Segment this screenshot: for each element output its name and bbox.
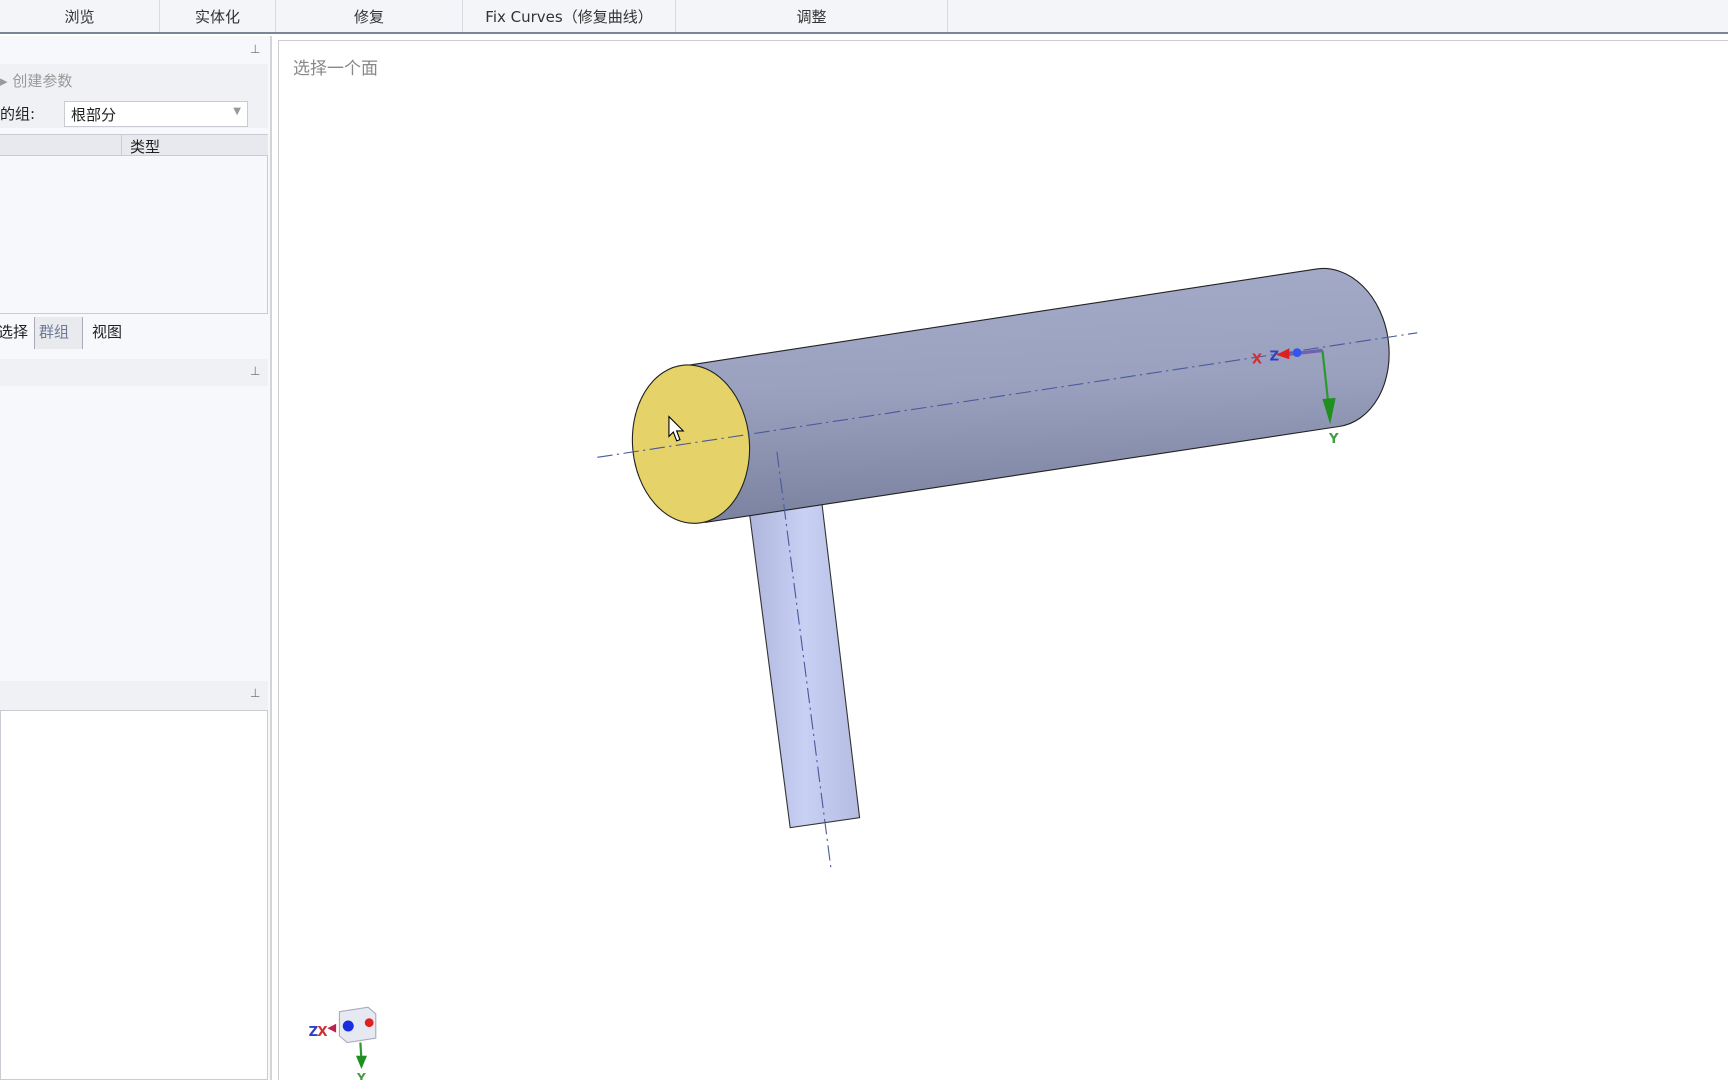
view-cube-triad[interactable]: Z X Y xyxy=(309,1006,377,1080)
cube-y-label: Y xyxy=(356,1071,366,1080)
triad-y-label: Y xyxy=(1328,432,1339,447)
triad-z-label: Z xyxy=(1270,349,1280,364)
cube-x-label: X xyxy=(317,1025,327,1040)
model-canvas: X Z Y Z X Y xyxy=(309,267,1418,1080)
triad-x-label: X xyxy=(1252,353,1262,368)
main-cylinder[interactable] xyxy=(690,267,1390,523)
